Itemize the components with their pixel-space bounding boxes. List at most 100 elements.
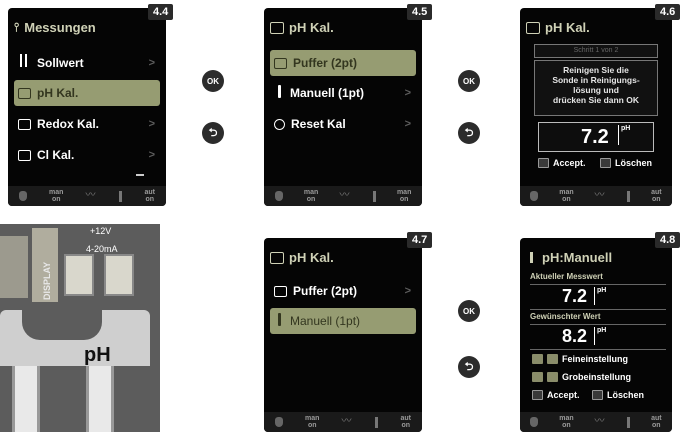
screen-4-6: pH Kal. Schritt 1 von 2 Reinigen Sie die…	[520, 8, 672, 206]
menu-item-redox-kal[interactable]: Redox Kal. >	[14, 111, 160, 137]
menu-item-puffer[interactable]: Puffer (2pt) >	[270, 278, 416, 304]
status-bar: man on 〰 man on	[264, 186, 422, 206]
probe-icon	[372, 190, 376, 202]
accept-action[interactable]: Accept.	[532, 390, 580, 400]
screen-title: pH:Manuell	[526, 250, 666, 265]
measured-value: 7.2 pH	[538, 122, 654, 152]
probe-icon	[530, 252, 533, 263]
step-badge: 4.6	[655, 4, 681, 20]
ok-button[interactable]: OK	[458, 300, 480, 322]
screen-4-5: pH Kal. Puffer (2pt) Manuell (1pt) > Res…	[264, 8, 422, 206]
signal-icon: 〰	[594, 416, 605, 427]
signal-icon: 〰	[85, 190, 96, 201]
status-bar: man on 〰 aut on	[520, 412, 672, 432]
calibration-icon	[274, 285, 287, 297]
probe-icon	[274, 84, 284, 99]
current-label: 4-20mA	[86, 244, 118, 254]
current-value: 7.2 pH	[530, 284, 666, 310]
setpoint-icon	[18, 53, 31, 69]
menu-item-cl-kal[interactable]: Cl Kal. >	[14, 142, 160, 168]
down-key-icon	[547, 372, 558, 382]
menu-item-ph-kal[interactable]: pH Kal.	[14, 80, 160, 106]
back-button[interactable]	[458, 356, 480, 378]
settings-icon: ⫯	[14, 20, 20, 34]
menu-item-reset-kal[interactable]: Reset Kal >	[270, 111, 416, 137]
chevron-right-icon: >	[404, 87, 411, 99]
back-key-icon	[600, 158, 611, 168]
housing-cutout	[22, 310, 102, 340]
connector	[64, 254, 94, 296]
screen-title: pH Kal.	[270, 250, 416, 265]
display-label: DISPLAY	[42, 261, 52, 300]
probe-icon	[119, 190, 123, 202]
voltage-label: +12V	[90, 226, 112, 236]
screen-title: ⫯ Messungen	[14, 20, 96, 35]
status-bar: man on 〰 aut on	[264, 412, 422, 432]
signal-icon: 〰	[341, 416, 352, 427]
status-bar: man on 〰 aut on	[8, 186, 166, 206]
minus-key-icon	[532, 354, 543, 364]
screen-title: pH Kal.	[270, 20, 416, 35]
probe-icon	[375, 416, 379, 428]
fine-adjust-hint: Feineinstellung	[532, 354, 628, 364]
delete-action[interactable]: Löschen	[600, 158, 652, 168]
calibration-icon	[270, 251, 284, 264]
menu-item-puffer[interactable]: Puffer (2pt)	[270, 50, 416, 76]
menu-item-manuell[interactable]: Manuell (1pt)	[270, 308, 416, 334]
screen-4-7: pH Kal. Puffer (2pt) > Manuell (1pt) man…	[264, 238, 422, 432]
calibration-icon	[18, 149, 31, 161]
instruction-box: Reinigen Sie die Sonde in Reinigungs- lö…	[534, 60, 658, 116]
accept-action[interactable]: Accept.	[538, 158, 586, 168]
ph-label: pH	[84, 344, 111, 366]
board-photo: DISPLAY +12V 4-20mA pH	[0, 224, 160, 432]
calibration-icon	[270, 21, 284, 34]
signal-icon: 〰	[594, 190, 605, 201]
ok-button[interactable]: OK	[202, 70, 224, 92]
chevron-right-icon: >	[148, 118, 155, 130]
current-value-label: Aktueller Messwert	[530, 272, 603, 281]
status-bar: man on 〰 aut on	[520, 186, 672, 206]
step-badge: 4.7	[407, 232, 433, 248]
chevron-right-icon: >	[148, 149, 155, 161]
terminal-block	[0, 236, 28, 298]
signal-icon: 〰	[339, 190, 350, 201]
calibration-icon	[526, 21, 540, 34]
ok-key-icon	[532, 390, 543, 400]
connector	[104, 254, 134, 296]
drop-icon	[530, 191, 539, 201]
calibration-icon	[274, 57, 287, 69]
desired-value-label: Gewünschter Wert	[530, 312, 601, 321]
up-key-icon	[532, 372, 543, 382]
scroll-indicator	[136, 174, 144, 176]
back-button[interactable]	[202, 122, 224, 144]
reset-icon	[274, 118, 285, 130]
drop-icon	[19, 191, 27, 201]
plus-key-icon	[547, 354, 558, 364]
screen-4-4: ⫯ Messungen Sollwert > pH Kal. Redox Kal…	[8, 8, 166, 206]
chevron-right-icon: >	[404, 285, 411, 297]
chevron-right-icon: >	[404, 118, 411, 130]
ok-key-icon	[538, 158, 549, 168]
menu-item-manuell[interactable]: Manuell (1pt) >	[270, 80, 416, 106]
step-indicator: Schritt 1 von 2	[534, 44, 658, 58]
back-button[interactable]	[458, 122, 480, 144]
probe-icon	[627, 190, 631, 202]
screen-title: pH Kal.	[526, 20, 666, 35]
desired-value-field[interactable]: 8.2 pH	[530, 324, 666, 350]
probe-icon	[274, 312, 284, 327]
calibration-icon	[18, 87, 31, 99]
ok-button[interactable]: OK	[458, 70, 480, 92]
step-badge: 4.5	[407, 4, 433, 20]
step-badge: 4.8	[655, 232, 681, 248]
drop-icon	[530, 417, 539, 427]
step-badge: 4.4	[148, 4, 174, 20]
chevron-right-icon: >	[148, 57, 155, 69]
delete-action[interactable]: Löschen	[592, 390, 644, 400]
back-key-icon	[592, 390, 603, 400]
menu-item-sollwert[interactable]: Sollwert >	[14, 50, 160, 76]
coarse-adjust-hint: Grobeinstellung	[532, 372, 631, 382]
screen-4-8: pH:Manuell Aktueller Messwert 7.2 pH Gew…	[520, 238, 672, 432]
calibration-icon	[18, 118, 31, 130]
drop-icon	[274, 191, 283, 201]
drop-icon	[275, 417, 283, 427]
